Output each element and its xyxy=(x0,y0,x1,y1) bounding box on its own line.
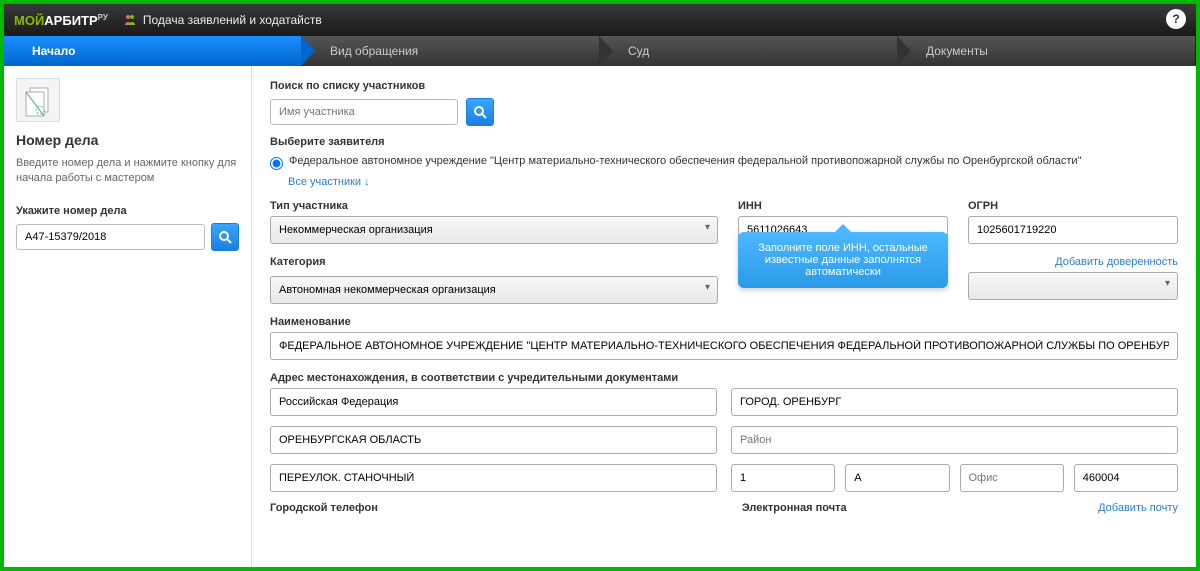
logo: МОЙАРБИТРРУ xyxy=(14,13,108,28)
participant-search-input[interactable] xyxy=(270,99,458,125)
add-attorney-link[interactable]: Добавить доверенность xyxy=(1055,256,1178,268)
add-email-link[interactable]: Добавить почту xyxy=(1098,502,1178,514)
category-label: Категория xyxy=(270,256,326,268)
attorney-select[interactable] xyxy=(968,272,1178,300)
email-label: Электронная почта xyxy=(742,502,1098,514)
office-input[interactable] xyxy=(960,464,1064,492)
case-number-input[interactable] xyxy=(16,224,205,250)
step-court[interactable]: Суд xyxy=(600,36,898,66)
inn-tooltip: Заполните поле ИНН, остальные известные … xyxy=(738,232,948,288)
address-label: Адрес местонахождения, в соответствии с … xyxy=(270,372,1178,384)
house-input[interactable] xyxy=(731,464,835,492)
building-input[interactable] xyxy=(845,464,949,492)
applicant-option-label: Федеральное автономное учреждение "Центр… xyxy=(289,154,1081,169)
phone-label: Городской телефон xyxy=(270,502,378,514)
app-header: МОЙАРБИТРРУ Подача заявлений и ходатайст… xyxy=(4,4,1196,36)
name-label: Наименование xyxy=(270,316,1178,328)
participant-type-select[interactable]: Некоммерческая организация xyxy=(270,216,718,244)
city-input[interactable] xyxy=(731,388,1178,416)
help-icon[interactable]: ? xyxy=(1166,9,1186,29)
wizard-steps: Начало Вид обращения Суд Документы xyxy=(4,36,1196,66)
step-type[interactable]: Вид обращения xyxy=(302,36,600,66)
search-icon xyxy=(218,230,232,244)
region-input[interactable] xyxy=(270,426,717,454)
inn-label: ИНН xyxy=(738,200,948,212)
people-icon xyxy=(123,13,137,27)
name-input[interactable] xyxy=(270,332,1178,360)
content-area: Поиск по списку участников Выберите заяв… xyxy=(252,66,1196,567)
category-select[interactable]: Автономная некоммерческая организация xyxy=(270,276,718,304)
all-participants-link[interactable]: Все участники ↓ xyxy=(288,176,370,188)
sidebar-description: Введите номер дела и нажмите кнопку для … xyxy=(16,156,239,187)
participant-search-button[interactable] xyxy=(466,98,494,126)
search-icon xyxy=(473,105,487,119)
ogrn-label: ОГРН xyxy=(968,200,1178,212)
sidebar-title: Номер дела xyxy=(16,132,239,148)
page-title: Подача заявлений и ходатайств xyxy=(143,13,322,27)
participant-type-label: Тип участника xyxy=(270,200,718,212)
case-number-label: Укажите номер дела xyxy=(16,205,239,217)
step-documents[interactable]: Документы xyxy=(898,36,1196,66)
applicant-label: Выберите заявителя xyxy=(270,136,1178,148)
participant-search-label: Поиск по списку участников xyxy=(270,80,1178,92)
street-input[interactable] xyxy=(270,464,717,492)
ogrn-input[interactable] xyxy=(968,216,1178,244)
district-input[interactable] xyxy=(731,426,1178,454)
case-search-button[interactable] xyxy=(211,223,239,251)
sidebar: Номер дела Введите номер дела и нажмите … xyxy=(4,66,252,567)
step-start[interactable]: Начало xyxy=(4,36,302,66)
document-icon xyxy=(16,78,60,122)
postcode-input[interactable] xyxy=(1074,464,1178,492)
applicant-radio[interactable] xyxy=(270,157,283,170)
country-input[interactable] xyxy=(270,388,717,416)
